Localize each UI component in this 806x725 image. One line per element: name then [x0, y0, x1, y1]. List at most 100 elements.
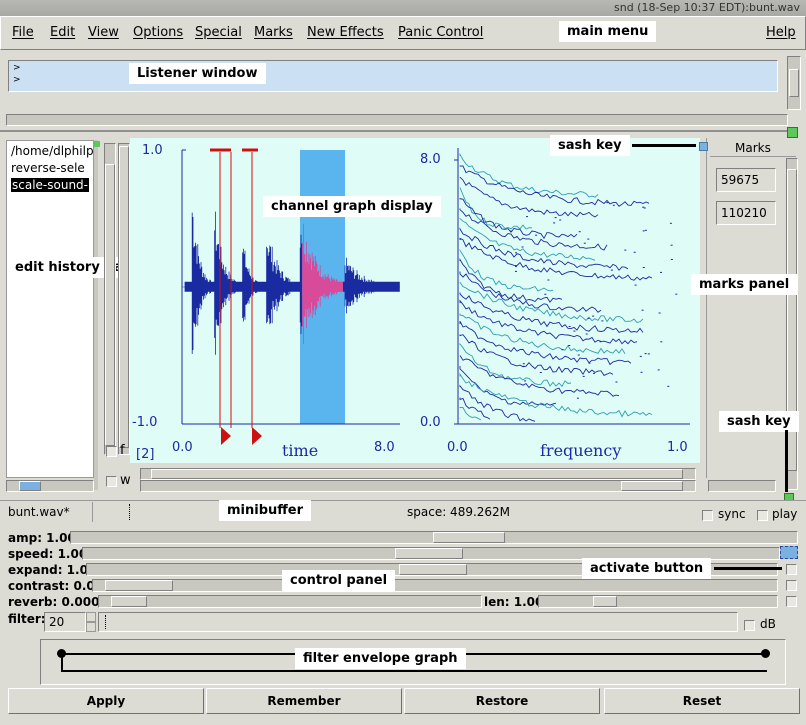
marks-hscroll[interactable] [708, 480, 776, 492]
filter-envelope-point[interactable] [57, 649, 66, 658]
contrast-label: contrast: 0.00 [8, 579, 104, 593]
spectrum-speck [521, 246, 524, 248]
w-checkbox[interactable] [106, 476, 117, 487]
callout-activate-button: activate button [582, 558, 712, 579]
menu-options[interactable]: Options [133, 25, 183, 40]
zoom-y-thumb[interactable] [105, 164, 115, 446]
f-checkbox[interactable] [106, 446, 117, 457]
listener-window[interactable]: > > [8, 60, 778, 92]
menu-help[interactable]: Help [766, 25, 796, 40]
position-y-thumb[interactable] [119, 146, 129, 448]
spectrum-speck [624, 249, 627, 251]
history-item[interactable]: reverse-sele [11, 161, 85, 175]
filter-order-down-icon[interactable] [86, 622, 96, 632]
spectrum-speck [582, 375, 585, 377]
position-y-slider[interactable] [118, 143, 130, 455]
reset-button[interactable]: Reset [604, 688, 800, 714]
db-checkbox[interactable] [744, 620, 755, 631]
spectrum-speck [526, 216, 528, 218]
speed-thumb[interactable] [395, 548, 463, 559]
spectrum-trace [459, 208, 608, 251]
amp-thumb[interactable] [433, 532, 505, 543]
edit-history-list[interactable]: /home/dlphilp reverse-sele scale-sound- [6, 140, 94, 478]
speed-direction-arrow[interactable] [780, 546, 798, 559]
spectrum-speck [644, 229, 647, 231]
history-hscroll-thumb[interactable] [19, 481, 41, 491]
contrast-thumb[interactable] [105, 580, 173, 591]
filter-order-up-icon[interactable] [86, 612, 96, 622]
reverb-slider[interactable] [98, 595, 482, 608]
expand-thumb[interactable] [399, 564, 467, 575]
spectrum-speck [615, 381, 618, 383]
sync-label: sync [718, 507, 746, 521]
freq-x-max: 1.0 [667, 440, 688, 455]
listener-hscroll[interactable] [6, 114, 788, 126]
remember-button[interactable]: Remember [206, 688, 402, 714]
amp-slider[interactable] [70, 531, 798, 544]
filter-order-field[interactable]: 20 [44, 612, 86, 632]
spectrum-speck [592, 315, 595, 317]
mark-value-field[interactable]: 110210 [716, 201, 776, 225]
menu-panic-control[interactable]: Panic Control [398, 25, 483, 40]
db-label: dB [760, 617, 776, 631]
reverb-checkbox[interactable] [786, 596, 797, 607]
sync-checkbox[interactable] [702, 510, 713, 521]
reverb-thumb[interactable] [111, 596, 147, 607]
spectrum-speck [601, 320, 604, 322]
spectrum-speck [553, 222, 556, 224]
spectrum-trace [459, 165, 650, 207]
history-sash[interactable] [94, 140, 98, 490]
len-thumb[interactable] [593, 596, 617, 607]
spectrum-speck [515, 252, 518, 254]
spectrum-speck [576, 397, 579, 399]
spectrum-speck [642, 267, 645, 268]
listener-vscroll-thumb[interactable] [789, 69, 799, 97]
history-sash-key[interactable] [94, 141, 100, 147]
menu-edit[interactable]: Edit [50, 25, 75, 40]
history-item[interactable]: /home/dlphilp [11, 144, 94, 158]
spectrum-speck [568, 326, 571, 327]
contrast-slider[interactable] [92, 579, 778, 592]
menu-file[interactable]: File [12, 25, 34, 40]
spectrum-speck [524, 380, 527, 382]
minibuffer-cursor[interactable] [129, 504, 131, 520]
filter-text-field[interactable] [98, 612, 738, 632]
menu-new-effects[interactable]: New Effects [307, 25, 384, 40]
menu-special[interactable]: Special [195, 25, 242, 40]
marks-sash-key[interactable] [699, 142, 708, 151]
spectrum-speck [577, 354, 580, 356]
channel-number: [2] [136, 447, 155, 462]
zoom-x-thumb[interactable] [151, 469, 683, 479]
spectrum-speck [642, 230, 645, 232]
apply-button[interactable]: Apply [8, 688, 204, 714]
spectrum-speck [647, 353, 650, 355]
play-checkbox[interactable] [757, 510, 768, 521]
history-item-selected[interactable]: scale-sound- [11, 178, 90, 192]
freq-y-min: 0.0 [420, 415, 441, 430]
callout-main-menu: main menu [559, 21, 657, 42]
contrast-checkbox[interactable] [786, 580, 797, 591]
menu-view[interactable]: View [88, 25, 119, 40]
position-x-slider[interactable] [140, 480, 696, 492]
restore-button[interactable]: Restore [404, 688, 600, 714]
zoom-y-slider[interactable] [104, 143, 116, 455]
sash-key-top[interactable] [787, 127, 798, 138]
filter-envelope-point[interactable] [761, 649, 770, 658]
listener-vscroll[interactable] [787, 56, 801, 110]
channel-graph-svg[interactable] [130, 138, 700, 463]
mark-value-field[interactable]: 59675 [716, 168, 776, 192]
spectrum-speck [568, 345, 571, 346]
spectrum-speck [634, 284, 637, 286]
callout-channel-graph: channel graph display [263, 196, 441, 217]
len-label: len: 1.00 [484, 595, 544, 609]
len-slider[interactable] [538, 595, 778, 608]
position-x-thumb[interactable] [621, 481, 683, 491]
history-hscroll[interactable] [6, 480, 94, 492]
spectrum-trace [459, 176, 599, 218]
spectrum-speck [667, 385, 670, 387]
zoom-x-slider[interactable] [140, 468, 696, 480]
channel-graph[interactable]: 1.0 -1.0 0.0 8.0 time 8.0 0.0 0.0 1.0 fr… [130, 138, 700, 463]
expand-checkbox[interactable] [786, 564, 797, 575]
menu-marks[interactable]: Marks [254, 25, 293, 40]
spectrum-speck [515, 270, 517, 272]
